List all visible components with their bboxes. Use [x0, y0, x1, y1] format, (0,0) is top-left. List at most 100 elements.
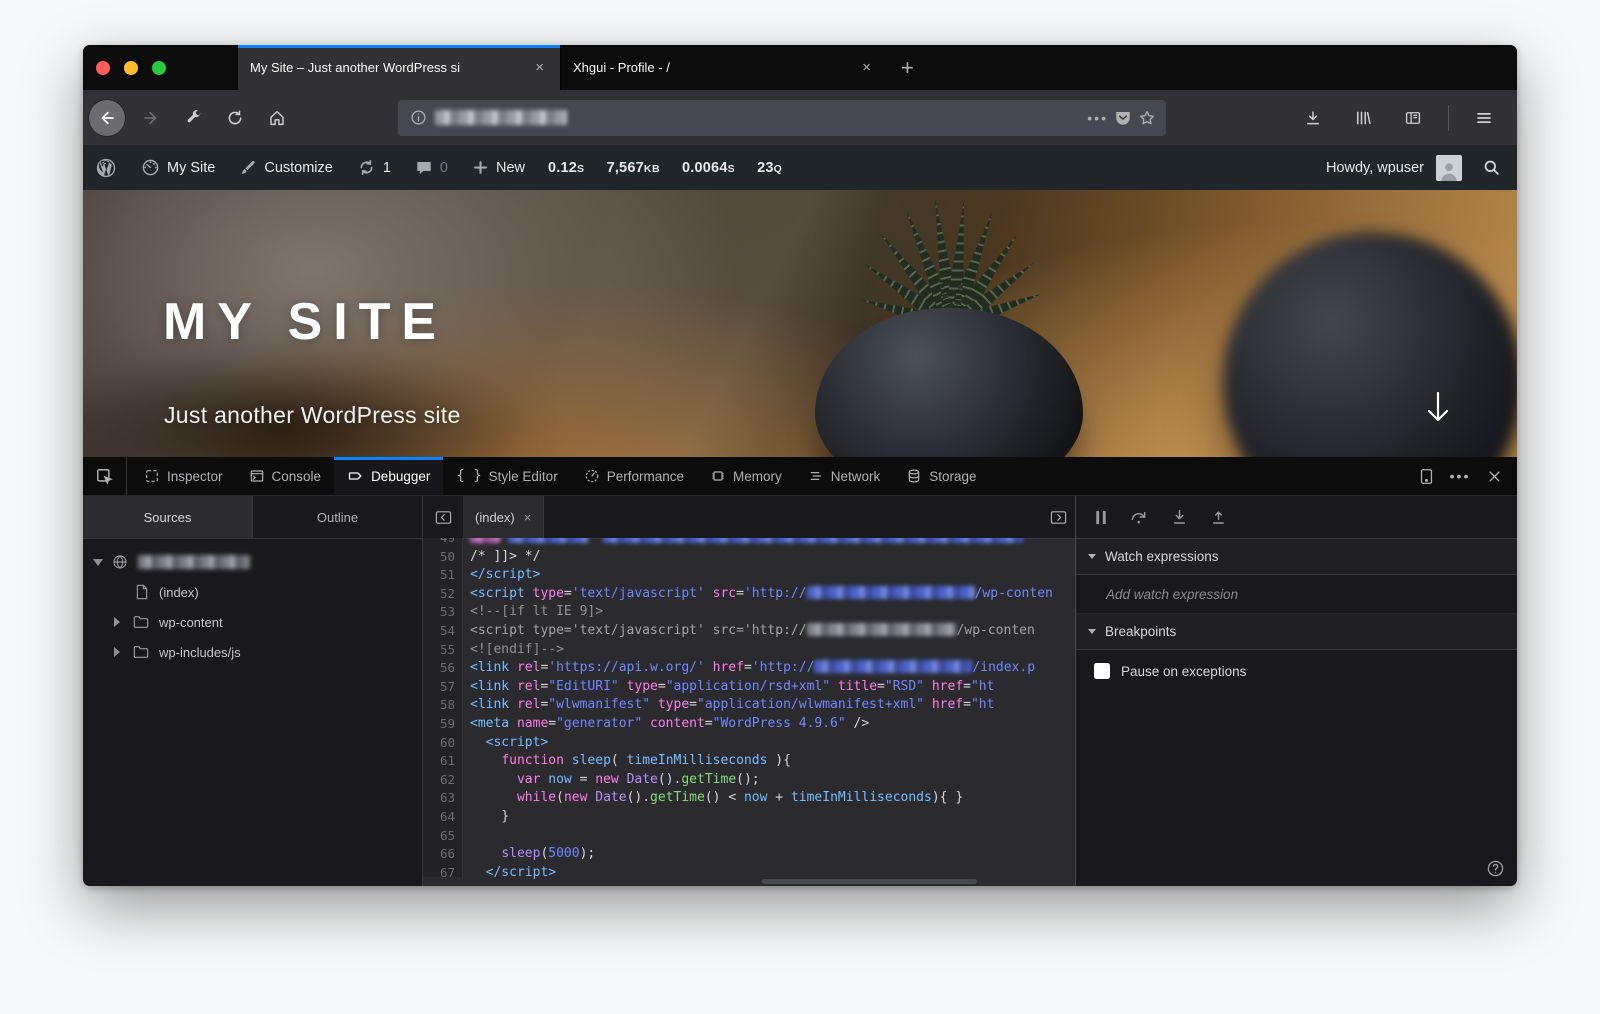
qm-page-time[interactable]: 0.12s: [548, 160, 585, 176]
tree-item-index[interactable]: (index): [83, 577, 422, 607]
line-number[interactable]: 66: [423, 845, 455, 864]
line-number[interactable]: 51: [423, 566, 455, 585]
bookmark-star-icon[interactable]: [1138, 109, 1156, 127]
line-number[interactable]: 62: [423, 771, 455, 790]
url-bar[interactable]: •••: [398, 99, 1166, 136]
browser-tab-bar: My Site – Just another WordPress si × Xh…: [83, 45, 1517, 90]
editor-tab-index[interactable]: (index) ×: [463, 496, 545, 538]
line-number[interactable]: 57: [423, 678, 455, 697]
domain-name-redacted: [138, 555, 250, 569]
collapse-sources-panel-button[interactable]: [423, 510, 463, 525]
line-number[interactable]: 64: [423, 808, 455, 827]
line-number[interactable]: 50: [423, 548, 455, 567]
pause-button[interactable]: [1094, 510, 1108, 525]
responsive-mode-button[interactable]: [1411, 461, 1441, 491]
code-line: <script type='text/javascript' src='http…: [470, 622, 1035, 638]
sidebars-icon: [1405, 111, 1421, 124]
step-over-button[interactable]: [1130, 509, 1149, 525]
devtools-tab-inspector[interactable]: Inspector: [131, 457, 236, 495]
qm-db-time[interactable]: 0.0064s: [682, 160, 735, 176]
wp-comments-menu[interactable]: 0: [415, 159, 448, 177]
devtools-tab-debugger[interactable]: Debugger: [334, 457, 444, 495]
line-number[interactable]: 59: [423, 715, 455, 734]
qm-memory[interactable]: 7,567kb: [607, 160, 660, 176]
search-icon[interactable]: [1482, 158, 1501, 177]
add-watch-expression-input[interactable]: Add watch expression: [1076, 575, 1517, 614]
back-button[interactable]: [89, 99, 125, 136]
new-tab-button[interactable]: +: [887, 45, 928, 90]
line-number[interactable]: 61: [423, 752, 455, 771]
tree-item-label: wp-content: [159, 614, 223, 630]
tab-close-icon[interactable]: ×: [856, 57, 877, 78]
download-button[interactable]: [1297, 102, 1329, 134]
code-scroll-area[interactable]: 49505152535455565758596061626364656667 /…: [423, 538, 1075, 886]
line-number[interactable]: 63: [423, 789, 455, 808]
line-number[interactable]: 56: [423, 659, 455, 678]
tab-close-icon[interactable]: ×: [529, 57, 550, 78]
wp-logo-menu[interactable]: [95, 157, 117, 179]
howdy-greeting[interactable]: Howdy, wpuser: [1326, 160, 1424, 176]
toolbar-separator: [1448, 104, 1449, 131]
home-button[interactable]: [261, 102, 293, 134]
devtools-tab-performance[interactable]: Performance: [571, 457, 697, 495]
page-actions-icon[interactable]: •••: [1087, 110, 1108, 126]
wp-new-content-menu[interactable]: New: [472, 159, 525, 176]
tree-item-domain[interactable]: [83, 547, 422, 577]
pocket-icon[interactable]: [1114, 109, 1132, 127]
devtools-menu-button[interactable]: •••: [1445, 461, 1475, 491]
avatar[interactable]: [1436, 154, 1462, 181]
qm-query-count[interactable]: 23q: [757, 160, 782, 176]
close-window-button[interactable]: [96, 60, 110, 75]
collapse-right-panel-button[interactable]: [1041, 510, 1075, 525]
browser-tab-active[interactable]: My Site – Just another WordPress si ×: [238, 45, 560, 90]
sources-tab[interactable]: Sources: [83, 496, 252, 538]
wp-customize-link[interactable]: Customize: [239, 159, 333, 177]
library-button[interactable]: [1347, 102, 1379, 134]
browser-tab-inactive[interactable]: Xhgui - Profile - / ×: [560, 45, 887, 90]
help-button[interactable]: [1486, 859, 1505, 878]
braces-icon: { }: [456, 468, 482, 484]
site-info-icon[interactable]: [410, 109, 427, 126]
step-out-button[interactable]: [1210, 509, 1227, 525]
line-number[interactable]: 52: [423, 585, 455, 604]
tab-title: My Site – Just another WordPress si: [250, 60, 461, 75]
devtools-tab-console[interactable]: Console: [236, 457, 335, 495]
tree-item-wp-includes[interactable]: wp-includes/js: [83, 637, 422, 667]
caret-down-icon: [93, 558, 103, 566]
element-picker-button[interactable]: [83, 457, 127, 495]
outline-tab[interactable]: Outline: [252, 496, 422, 538]
breakpoints-header[interactable]: Breakpoints: [1076, 614, 1517, 650]
wp-site-menu[interactable]: My Site: [141, 158, 215, 177]
editor-tab-close-icon[interactable]: ×: [524, 510, 532, 525]
line-number[interactable]: 54: [423, 622, 455, 641]
horizontal-scrollbar[interactable]: [762, 879, 978, 884]
step-in-button[interactable]: [1171, 509, 1188, 525]
site-name-label: My Site: [167, 159, 216, 176]
tree-item-wp-content[interactable]: wp-content: [83, 607, 422, 637]
zoom-window-button[interactable]: [152, 60, 166, 75]
wp-updates-menu[interactable]: 1: [357, 158, 391, 177]
sidebars-button[interactable]: [1397, 102, 1429, 134]
devtools-close-button[interactable]: [1479, 461, 1509, 491]
forward-button[interactable]: [135, 102, 167, 134]
devtools-tab-memory[interactable]: Memory: [697, 457, 795, 495]
scroll-down-arrow-icon[interactable]: [1423, 390, 1453, 424]
line-number[interactable]: 49: [423, 538, 455, 548]
site-title[interactable]: MY SITE: [163, 292, 447, 352]
line-number[interactable]: 53: [423, 603, 455, 622]
watch-expressions-header[interactable]: Watch expressions: [1076, 539, 1517, 575]
editor-code[interactable]: /* ]]> */ </script> <script type='text/jav…: [463, 538, 1075, 880]
devtools-tab-storage[interactable]: Storage: [893, 457, 989, 495]
line-number[interactable]: 67: [423, 864, 455, 883]
line-number[interactable]: 65: [423, 827, 455, 846]
menu-button[interactable]: [1468, 102, 1500, 134]
pause-on-exceptions-checkbox[interactable]: [1094, 663, 1110, 679]
line-number[interactable]: 60: [423, 734, 455, 753]
page-tools-button[interactable]: [177, 102, 209, 134]
line-number[interactable]: 55: [423, 641, 455, 660]
reload-button[interactable]: [219, 102, 251, 134]
devtools-tab-style-editor[interactable]: { } Style Editor: [443, 457, 570, 495]
devtools-tab-network[interactable]: Network: [795, 457, 894, 495]
minimize-window-button[interactable]: [124, 60, 138, 75]
line-number[interactable]: 58: [423, 696, 455, 715]
